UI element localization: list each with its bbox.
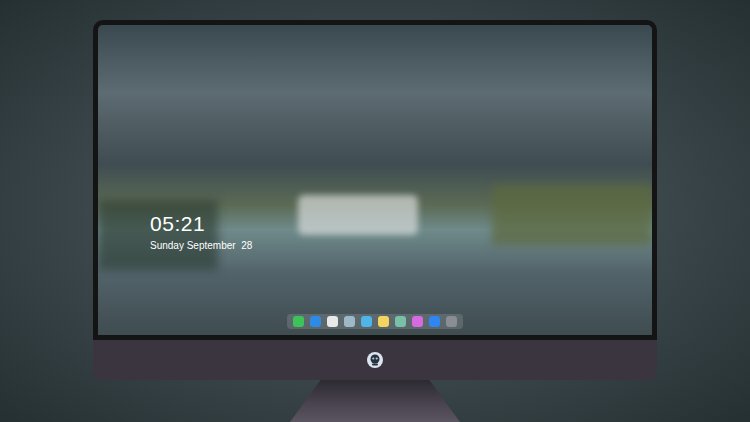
dock-app-icon[interactable]	[378, 316, 389, 327]
desktop-mockup: 05:21 Sunday September 28	[0, 0, 750, 422]
dock-app-icon[interactable]	[446, 316, 457, 327]
clock-time: 05:21	[150, 211, 652, 237]
monitor-stand	[290, 380, 460, 422]
brand-logo-icon	[366, 351, 384, 369]
dock-app-icon[interactable]	[361, 316, 372, 327]
dock-app-icon[interactable]	[310, 316, 321, 327]
monitor-chin	[93, 340, 657, 380]
dock-app-icon[interactable]	[395, 316, 406, 327]
dock-app-icon[interactable]	[327, 316, 338, 327]
monitor-screen: 05:21 Sunday September 28	[93, 20, 657, 340]
lock-clock: 05:21 Sunday September 28	[98, 25, 652, 253]
monitor: 05:21 Sunday September 28	[93, 20, 657, 422]
dock	[287, 314, 463, 329]
dock-app-icon[interactable]	[293, 316, 304, 327]
clock-date: Sunday September 28	[150, 239, 652, 253]
wallpaper-photo	[98, 25, 652, 335]
dock-app-icon[interactable]	[344, 316, 355, 327]
dock-app-icon[interactable]	[412, 316, 423, 327]
dock-app-icon[interactable]	[429, 316, 440, 327]
